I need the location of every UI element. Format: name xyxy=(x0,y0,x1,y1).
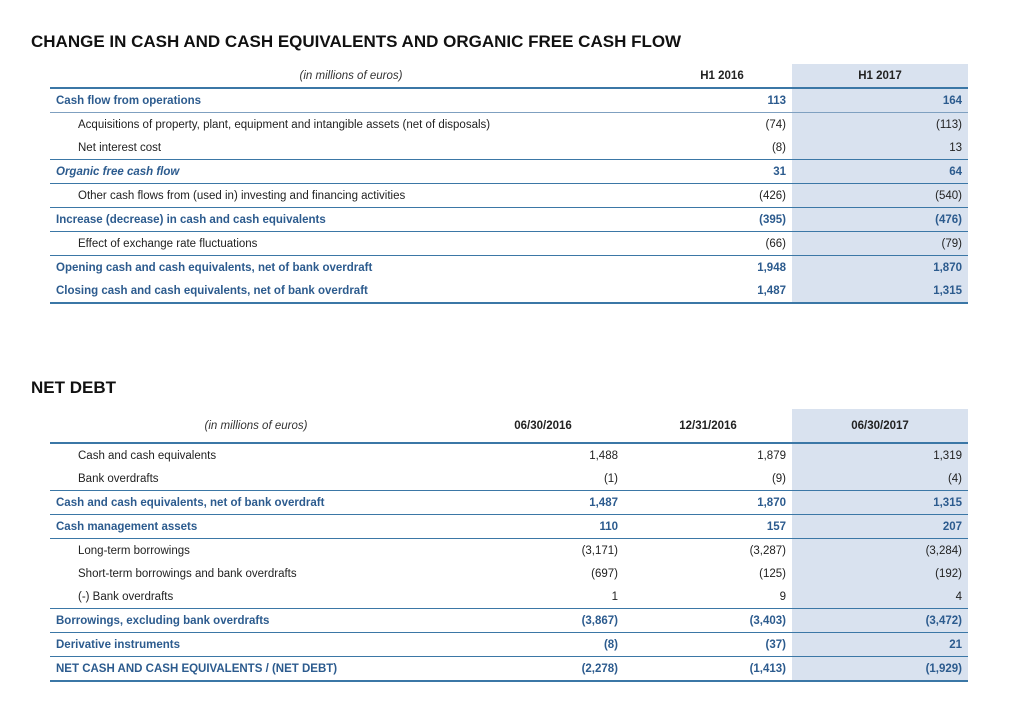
cell-value: 1 xyxy=(611,590,618,603)
table-row: Increase (decrease) in cash and cash equ… xyxy=(50,207,968,232)
cell-value: 64 xyxy=(792,159,968,184)
cell-value: 1,948 xyxy=(652,255,792,279)
row-label: Borrowings, excluding bank overdrafts xyxy=(50,608,462,633)
cell-value: 1,870 xyxy=(624,490,792,515)
cashflow-table: (in millions of euros) H1 2016 H1 2017 C… xyxy=(50,64,968,304)
cell-value: (8) xyxy=(771,141,786,154)
cashflow-title: CHANGE IN CASH AND CASH EQUIVALENTS AND … xyxy=(31,32,682,51)
cell-value: (37) xyxy=(624,632,792,657)
table-row: Cash flow from operations 113 164 xyxy=(50,88,968,113)
row-label: Cash and cash equivalents, net of bank o… xyxy=(50,490,462,515)
table-row: Acquisitions of property, plant, equipme… xyxy=(50,112,968,136)
table-row: Organic free cash flow 31 64 xyxy=(50,159,968,184)
netdebt-table: (in millions of euros) 06/30/2016 12/31/… xyxy=(50,409,968,682)
row-label: Derivative instruments xyxy=(50,632,462,657)
table-row: Borrowings, excluding bank overdrafts (3… xyxy=(50,608,968,633)
cell-value: 207 xyxy=(792,514,968,539)
table-row: Cash management assets 110 157 207 xyxy=(50,514,968,539)
cell-value: (697) xyxy=(591,567,618,580)
table-row: Derivative instruments (8) (37) 21 xyxy=(50,632,968,657)
cell-value: 1,487 xyxy=(652,279,792,304)
cell-value: (3,171) xyxy=(462,538,624,562)
netdebt-title: NET DEBT xyxy=(31,378,116,397)
cell-value: (4) xyxy=(792,467,968,491)
cell-value: (1,413) xyxy=(624,656,792,682)
table-row: Long-term borrowings (3,171) (3,287) (3,… xyxy=(50,538,968,562)
row-label: Closing cash and cash equivalents, net o… xyxy=(50,279,652,304)
row-label: Long-term borrowings xyxy=(50,538,462,562)
row-label: Opening cash and cash equivalents, net o… xyxy=(50,255,652,279)
table-row: Cash and cash equivalents, net of bank o… xyxy=(50,490,968,515)
cell-value: (1) xyxy=(603,472,618,485)
table-row: Closing cash and cash equivalents, net o… xyxy=(50,279,968,304)
cell-value: 1,488 xyxy=(589,449,618,462)
column-header-2017-06: 06/30/2017 xyxy=(792,409,968,444)
cell-value: 1,315 xyxy=(792,490,968,515)
cell-value: (74) xyxy=(652,112,792,136)
cell-value: 1,870 xyxy=(792,255,968,279)
cell-value: (79) xyxy=(792,231,968,256)
row-label: Short-term borrowings and bank overdraft… xyxy=(78,567,297,580)
table-row: Opening cash and cash equivalents, net o… xyxy=(50,255,968,279)
cell-value: (426) xyxy=(652,183,792,208)
table-row: Net interest cost (8) 13 xyxy=(50,136,968,160)
cell-value: (395) xyxy=(652,207,792,232)
row-label: Cash management assets xyxy=(50,514,462,539)
cell-value: (476) xyxy=(792,207,968,232)
cell-value: 13 xyxy=(792,136,968,160)
cell-value: (3,287) xyxy=(624,538,792,562)
column-header-2016-12: 12/31/2016 xyxy=(624,409,792,444)
cell-value: (3,472) xyxy=(792,608,968,633)
table-row: Other cash flows from (used in) investin… xyxy=(50,183,968,208)
cell-value: 157 xyxy=(624,514,792,539)
table-row: Effect of exchange rate fluctuations (66… xyxy=(50,231,968,256)
cell-value: 164 xyxy=(792,88,968,113)
cell-value: 113 xyxy=(767,94,786,107)
cell-value: (1,929) xyxy=(792,656,968,682)
unit-label: (in millions of euros) xyxy=(50,409,462,444)
cell-value: (125) xyxy=(759,567,786,580)
column-header-h1-2017: H1 2017 xyxy=(792,64,968,89)
row-label: Bank overdrafts xyxy=(78,472,159,485)
row-label: Organic free cash flow xyxy=(50,159,652,184)
table-header-row: (in millions of euros) 06/30/2016 12/31/… xyxy=(50,409,968,444)
column-header-2016-06: 06/30/2016 xyxy=(462,409,624,444)
row-label: Net interest cost xyxy=(78,141,162,154)
cell-value: 110 xyxy=(462,514,624,539)
row-label: Other cash flows from (used in) investin… xyxy=(50,183,652,208)
cell-value: (3,867) xyxy=(462,608,624,633)
row-label: Acquisitions of property, plant, equipme… xyxy=(50,112,652,136)
cell-value: 1,879 xyxy=(757,449,786,462)
cell-value: (66) xyxy=(652,231,792,256)
cell-value: (540) xyxy=(792,183,968,208)
cell-value: 1,315 xyxy=(792,279,968,304)
table-row: Bank overdrafts (1) (9) (4) xyxy=(50,467,968,491)
cell-value: (2,278) xyxy=(462,656,624,682)
cell-value: (3,403) xyxy=(624,608,792,633)
row-label: Effect of exchange rate fluctuations xyxy=(50,231,652,256)
cell-value: (192) xyxy=(792,562,968,585)
cell-value: 21 xyxy=(792,632,968,657)
cell-value: (9) xyxy=(771,472,786,485)
cell-value: 31 xyxy=(652,159,792,184)
cell-value: 9 xyxy=(779,590,786,603)
cell-value: (3,284) xyxy=(792,538,968,562)
row-label: Cash flow from operations xyxy=(56,94,202,107)
row-label: (-) Bank overdrafts xyxy=(78,590,174,603)
cell-value: 1,487 xyxy=(462,490,624,515)
table-row: Short-term borrowings and bank overdraft… xyxy=(50,562,968,585)
row-label: Cash and cash equivalents xyxy=(78,449,217,462)
table-header-row: (in millions of euros) H1 2016 H1 2017 xyxy=(50,64,968,89)
cell-value: (113) xyxy=(792,112,968,136)
table-row: NET CASH AND CASH EQUIVALENTS / (NET DEB… xyxy=(50,656,968,682)
table-row: Cash and cash equivalents 1,488 1,879 1,… xyxy=(50,443,968,467)
row-label: NET CASH AND CASH EQUIVALENTS / (NET DEB… xyxy=(50,656,462,682)
cell-value: 4 xyxy=(792,585,968,609)
cell-value: (8) xyxy=(462,632,624,657)
cell-value: 1,319 xyxy=(792,443,968,467)
unit-label: (in millions of euros) xyxy=(50,64,652,89)
column-header-h1-2016: H1 2016 xyxy=(652,64,792,89)
table-row: (-) Bank overdrafts 1 9 4 xyxy=(50,585,968,609)
row-label: Increase (decrease) in cash and cash equ… xyxy=(50,207,652,232)
